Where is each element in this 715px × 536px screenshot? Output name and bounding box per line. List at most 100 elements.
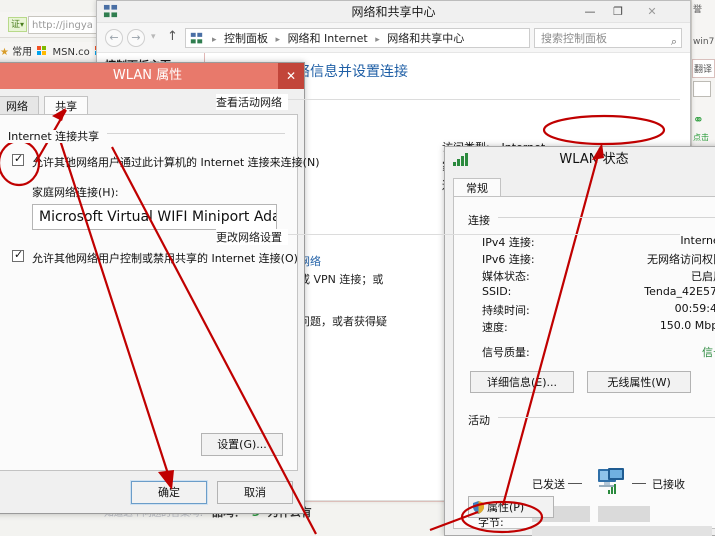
received-label: 已接收 <box>652 478 685 491</box>
status-row-ipv4: IPv4 连接: Internet <box>464 234 715 251</box>
status-value-media: 已启用 <box>691 270 715 283</box>
activity-dash-left <box>568 483 582 484</box>
breadcrumb-item-0[interactable]: 控制面板 <box>224 32 268 45</box>
right-strip-win-text: win7 <box>693 37 715 47</box>
active-networks-group: 查看活动网络 <box>216 91 680 110</box>
wlan-properties-footer: 确定 取消 <box>0 473 304 513</box>
ics-group-label: Internet 连接共享 <box>8 130 108 143</box>
wireless-properties-button[interactable]: 无线属性(W) <box>587 371 692 393</box>
checkbox-allow-connect-label: 允许其他网络用户通过此计算机的 Internet 连接来连接(N) <box>32 156 320 169</box>
nsc-title-bar[interactable]: 网络和共享中心 — ❐ ✕ <box>97 1 690 23</box>
favorite-common[interactable]: 常用 <box>12 47 32 58</box>
browser-favorites-bar[interactable]: ★ 常用 MSN.co <box>0 42 100 64</box>
activity-area: 已发送 已接收 字节: <box>464 434 715 536</box>
allow-other-users-connect-checkbox[interactable]: 允许其他网络用户通过此计算机的 Internet 连接来连接(N) <box>12 152 319 170</box>
breadcrumb-sep-2: ▸ <box>375 35 380 45</box>
microsoft-logo-icon <box>37 46 47 56</box>
search-placeholder: 搜索控制面板 <box>541 32 607 45</box>
shield-icon <box>473 501 484 514</box>
status-key-signal: 信号质量: <box>482 346 530 359</box>
close-button[interactable]: ✕ <box>638 1 666 23</box>
home-connection-select[interactable]: Microsoft Virtual WIFI Miniport Adapter <box>32 204 277 230</box>
tab-general[interactable]: 常规 <box>453 178 501 198</box>
wlan-status-title-text: WLAN 状态 <box>559 152 629 167</box>
properties-button[interactable]: 属性(P) <box>468 496 554 518</box>
status-row-ssid: SSID: Tenda_42E578 <box>464 285 715 302</box>
status-value-ssid: Tenda_42E578 <box>644 285 715 298</box>
search-icon: ⌕ <box>670 35 677 48</box>
home-connection-value: Microsoft Virtual WIFI Miniport Adapter <box>39 209 276 225</box>
properties-button-label: 属性(P) <box>487 501 525 514</box>
forward-button[interactable]: → <box>127 29 145 47</box>
wlan-properties-title-bar[interactable]: WLAN 属性 ✕ <box>0 63 304 89</box>
minimize-button[interactable]: — <box>576 1 604 23</box>
settings-group-label: 更改网络设置 <box>216 229 288 245</box>
search-input[interactable]: 搜索控制面板 ⌕ <box>534 28 682 48</box>
status-row-duration: 持续时间: 00:59:48 <box>464 302 715 319</box>
active-networks-label: 查看活动网络 <box>216 94 288 110</box>
wlan-status-buttons: 详细信息(E)... 无线属性(W) <box>470 371 715 393</box>
details-button[interactable]: 详细信息(E)... <box>470 371 574 393</box>
sent-label: 已发送 <box>532 478 565 491</box>
status-row-signal: 信号质量: 信号 <box>464 344 715 361</box>
status-key-ssid: SSID: <box>482 285 512 298</box>
close-icon[interactable]: ✕ <box>278 63 304 89</box>
activity-group-divider <box>468 417 715 418</box>
checkbox-allow-connect-box[interactable] <box>12 152 24 166</box>
wlan-properties-title-text: WLAN 属性 <box>112 68 183 83</box>
activity-group-label: 活动 <box>468 414 498 427</box>
connection-group-divider <box>468 217 715 218</box>
computers-icon <box>598 468 624 494</box>
checkbox-allow-control-box[interactable] <box>12 248 24 262</box>
breadcrumb-sep-1: ▸ <box>275 35 281 45</box>
back-button[interactable]: ← <box>105 29 123 47</box>
status-value-duration: 00:59:48 <box>674 302 715 315</box>
activity-dash-right <box>632 483 646 484</box>
nsc-navigation-bar: ← → ▾ ↑ ▸ 控制面板 ▸ 网络和 Internet ▸ 网络和共享中心 … <box>97 23 690 53</box>
history-chevron-icon[interactable]: ▾ <box>151 32 156 42</box>
settings-button[interactable]: 设置(G)... <box>201 433 283 456</box>
browser-address-value: http://jingya <box>32 20 93 31</box>
status-row-media: 媒体状态: 已启用 <box>464 268 715 285</box>
status-key-ipv4: IPv4 连接: <box>482 236 535 249</box>
browser-cert-badge[interactable]: 证▾ <box>8 17 28 32</box>
status-value-ipv4: Internet <box>680 234 715 247</box>
status-key-ipv6: IPv6 连接: <box>482 253 535 266</box>
tab-sharing[interactable]: 共享 <box>44 96 89 116</box>
connection-group: 连接 <box>468 209 715 228</box>
activity-group: 活动 <box>468 409 715 428</box>
up-button[interactable]: ↑ <box>167 29 178 44</box>
cancel-button[interactable]: 取消 <box>217 481 293 504</box>
address-breadcrumb-bar[interactable]: ▸ 控制面板 ▸ 网络和 Internet ▸ 网络和共享中心 <box>185 28 530 48</box>
breadcrumb-item-2[interactable]: 网络和共享中心 <box>387 32 464 45</box>
ok-button[interactable]: 确定 <box>130 480 208 505</box>
breadcrumb-item-1[interactable]: 网络和 Internet <box>288 32 368 45</box>
status-value-speed: 150.0 Mbps <box>659 319 715 332</box>
right-strip-button[interactable] <box>693 81 711 97</box>
breadcrumb-network-icon <box>190 32 203 44</box>
connection-group-label: 连接 <box>468 214 498 227</box>
bytes-recv-value-blurred <box>598 506 650 522</box>
maximize-button[interactable]: ❐ <box>604 1 632 23</box>
status-value-signal: 信号 <box>702 346 715 359</box>
status-key-speed: 速度: <box>482 321 508 334</box>
browser-badge-label: 证 <box>11 20 21 30</box>
browser-address-input[interactable]: http://jingya <box>28 16 106 34</box>
status-value-ipv6: 无网络访问权限 <box>647 253 715 266</box>
tab-network[interactable]: 网络 <box>0 96 39 116</box>
right-strip-green-text: 点击 <box>693 133 709 142</box>
status-row-ipv6: IPv6 连接: 无网络访问权限 <box>464 251 715 268</box>
wlan-status-panel: 连接 IPv4 连接: Internet IPv6 连接: 无网络访问权限 媒体… <box>453 196 715 536</box>
allow-control-checkbox[interactable]: 允许其他网络用户控制或禁用共享的 Internet 连接(O) <box>12 248 298 266</box>
status-row-speed: 速度: 150.0 Mbps <box>464 319 715 336</box>
wlan-status-title-bar[interactable]: WLAN 状态 <box>445 147 715 173</box>
wlan-properties-panel: Internet 连接共享 允许其他网络用户通过此计算机的 Internet 连… <box>0 114 319 471</box>
wlan-status-tabs: 常规 <box>453 177 715 198</box>
status-key-duration: 持续时间: <box>482 304 530 317</box>
right-strip-top-text: 誉 <box>693 5 703 15</box>
home-connection-label: 家庭网络连接(H): <box>32 186 119 199</box>
bytes-row-blurred <box>532 526 712 536</box>
ics-group: Internet 连接共享 <box>8 125 285 144</box>
favorite-msn[interactable]: MSN.co <box>53 47 90 58</box>
right-strip-translate[interactable]: 翻译 <box>692 59 715 78</box>
